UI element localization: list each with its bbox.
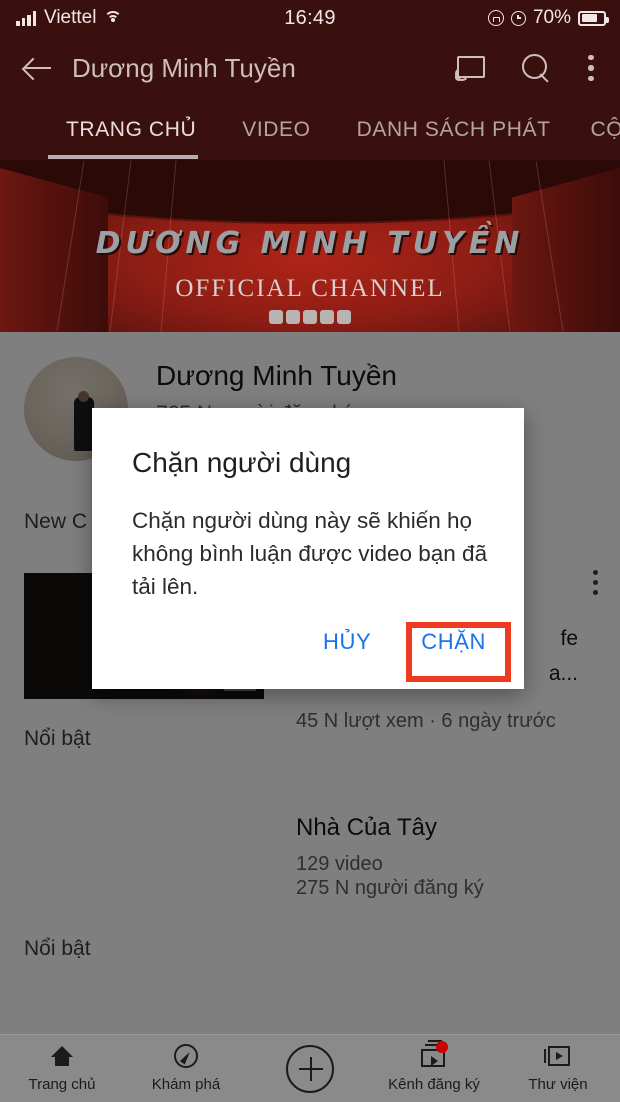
- youtube-channel-screen: Viettel 16:49 70% Dương Minh Tuyền TRANG…: [0, 0, 620, 1102]
- nav-label-subscriptions: Kênh đăng ký: [388, 1076, 480, 1093]
- dialog-body-text: Chặn người dùng này sẽ khiến họ không bì…: [132, 508, 488, 599]
- nav-item-home[interactable]: Trang chủ: [0, 1044, 124, 1093]
- banner-social-icons: [0, 310, 620, 324]
- banner-subtitle: OFFICIAL CHANNEL: [175, 275, 445, 302]
- banner-title: DƯƠNG MINH TUYỀN: [95, 226, 525, 261]
- nav-label-explore: Khám phá: [151, 1076, 221, 1093]
- nav-item-subscriptions[interactable]: Kênh đăng ký: [372, 1040, 496, 1093]
- twitter-icon: [286, 310, 300, 324]
- channel-banner: DƯƠNG MINH TUYỀN OFFICIAL CHANNEL: [0, 160, 620, 332]
- instagram-icon: [269, 310, 283, 324]
- app-bar: Dương Minh Tuyền: [0, 36, 620, 100]
- tab-video[interactable]: VIDEO: [242, 118, 310, 142]
- back-arrow-icon[interactable]: [22, 52, 54, 84]
- nav-label-library: Thư viện: [528, 1076, 588, 1093]
- block-button[interactable]: CHẶN: [403, 617, 504, 667]
- confirm-button-wrapper: CHẶN: [397, 611, 510, 673]
- create-plus-icon: [286, 1044, 334, 1093]
- search-icon[interactable]: [522, 54, 550, 82]
- channel-tabs: TRANG CHỦ VIDEO DANH SÁCH PHÁT CỘNG ĐỒ: [0, 100, 620, 160]
- notification-badge: [436, 1041, 448, 1053]
- more-vertical-icon[interactable]: [588, 54, 594, 82]
- status-bar-right: 70%: [487, 7, 609, 29]
- battery-icon: [578, 10, 609, 26]
- cast-icon[interactable]: [455, 56, 485, 81]
- nav-item-explore[interactable]: Khám phá: [124, 1044, 248, 1093]
- block-user-dialog: Chặn người dùng Chặn người dùng này sẽ k…: [92, 408, 524, 689]
- tab-trang-chu[interactable]: TRANG CHỦ: [66, 118, 196, 142]
- active-tab-indicator: [48, 155, 198, 159]
- alarm-icon: [510, 10, 526, 26]
- dialog-title: Chặn người dùng: [132, 447, 352, 478]
- library-icon: [543, 1044, 573, 1070]
- subscriptions-icon: [419, 1040, 449, 1070]
- status-bar: Viettel 16:49 70%: [0, 0, 620, 36]
- tab-danh-sach-phat[interactable]: DANH SÁCH PHÁT: [357, 118, 551, 142]
- twitch-icon: [320, 310, 334, 324]
- cancel-button[interactable]: HỦY: [303, 617, 391, 667]
- battery-percent-label: 70%: [532, 7, 571, 28]
- tab-cong-dong[interactable]: CỘNG ĐỒ: [591, 118, 620, 142]
- nav-item-library[interactable]: Thư viện: [496, 1044, 620, 1093]
- facebook-icon: [337, 310, 351, 324]
- nav-label-home: Trang chủ: [28, 1076, 96, 1093]
- dialog-actions: HỦY CHẶN: [303, 611, 510, 673]
- page-title: Dương Minh Tuyền: [72, 52, 296, 83]
- home-icon: [47, 1044, 77, 1070]
- bottom-navigation-bar: Trang chủ Khám phá Kênh đăng ký Thư viện: [0, 1034, 620, 1102]
- rotation-lock-icon: [487, 10, 504, 26]
- nav-item-create[interactable]: [248, 1044, 372, 1093]
- youtube-icon: [303, 310, 317, 324]
- compass-icon: [171, 1044, 201, 1070]
- app-bar-actions: [455, 36, 620, 100]
